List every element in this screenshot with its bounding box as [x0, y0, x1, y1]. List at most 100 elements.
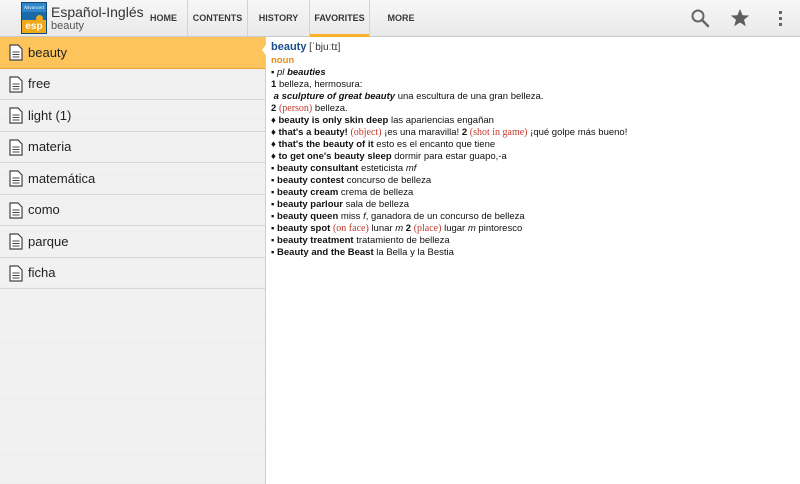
idiom-row: ♦ that's the beauty of it esto es el enc… — [271, 139, 796, 151]
idiom-phrase: that's the beauty of it — [278, 139, 374, 150]
compound-phrase: beauty spot — [277, 223, 331, 234]
list-item-label: parque — [28, 233, 69, 249]
compound-phrase: beauty treatment — [277, 235, 354, 246]
compound-phrase: beauty contest — [277, 175, 345, 186]
pronunciation: [ˈbjuːtɪ] — [309, 42, 341, 53]
gender-marker: m — [467, 223, 476, 234]
sense-number: 1 — [271, 79, 277, 90]
list-item-parque[interactable]: parque — [0, 226, 265, 258]
list-item-label: como — [28, 202, 60, 218]
part-of-speech: noun — [271, 55, 295, 66]
document-icon — [9, 170, 23, 187]
bullet-marker: ▪ — [271, 211, 275, 222]
entry-header: beauty [ˈbjuːtɪ] — [271, 40, 796, 55]
plural-line: ▪ pl beauties — [271, 67, 796, 79]
plural-form: beauties — [287, 67, 326, 78]
idiom-label: (shot in game) — [469, 127, 528, 138]
headword: beauty — [271, 41, 307, 53]
compound-row: ▪ beauty spot (on face) lunar m 2 (place… — [271, 223, 796, 235]
app-logo-icon[interactable]: Advanced esp — [21, 2, 47, 34]
gender-marker: m — [395, 223, 404, 234]
idiom-phrase: beauty is only skin deep — [278, 115, 389, 126]
app-subtitle: beauty — [51, 20, 85, 32]
tab-bar: HOME CONTENTS HISTORY FAVORITES MORE — [140, 0, 432, 37]
tab-favorites[interactable]: FAVORITES — [310, 0, 370, 37]
list-item-como[interactable]: como — [0, 195, 265, 226]
action-bar: Advanced esp Español-Inglés beauty HOME … — [0, 0, 800, 37]
document-icon — [9, 138, 23, 156]
document-icon — [9, 107, 23, 124]
overflow-menu-icon[interactable] — [769, 7, 791, 29]
diamond-marker: ♦ — [271, 115, 276, 126]
compound-phrase: beauty cream — [277, 187, 339, 198]
compound-row: ▪ beauty consultant esteticista mf — [271, 163, 796, 175]
compound-sense-number: 2 — [405, 223, 412, 234]
compound-translation: crema de belleza — [340, 187, 414, 198]
idiom-sense-number: 2 — [461, 127, 468, 138]
document-icon — [9, 233, 23, 250]
tab-history[interactable]: HISTORY — [248, 0, 310, 36]
list-item-ficha[interactable]: ficha — [0, 258, 265, 289]
diamond-marker: ♦ — [271, 151, 276, 162]
gender-marker: mf — [405, 163, 417, 174]
list-item-label: materia — [28, 139, 72, 155]
document-icon — [9, 264, 23, 282]
bullet-marker: ▪ — [271, 187, 275, 198]
bullet-marker: ▪ — [271, 67, 275, 78]
star-icon[interactable] — [729, 7, 751, 29]
plural-marker: pl — [277, 67, 285, 78]
document-icon — [9, 201, 23, 219]
app-logo-top-text: Advanced — [22, 3, 46, 12]
compound-translation: tratamiento de belleza — [356, 235, 450, 246]
compound-row: ▪ beauty cream crema de belleza — [271, 187, 796, 199]
idiom-translation: esto es el encanto que tiene — [376, 139, 496, 150]
sense-text: belleza. — [314, 103, 348, 114]
tab-contents[interactable]: CONTENTS — [188, 0, 248, 36]
sense-1: 1 belleza, hermosura: — [271, 79, 796, 91]
idiom-translation: ¡qué golpe más bueno! — [530, 127, 628, 138]
sense-number: 2 — [271, 103, 277, 114]
idiom-label: (object) — [350, 127, 382, 138]
idiom-row: ♦ that's a beauty! (object) ¡es una mara… — [271, 127, 796, 139]
compound-label: (place) — [413, 223, 442, 234]
idiom-translation: ¡es una maravilla! — [384, 127, 460, 138]
compound-translation: lunar — [371, 223, 393, 234]
idiom-phrase: to get one's beauty sleep — [278, 151, 392, 162]
example-1: a sculpture of great beauty una escultur… — [271, 91, 796, 103]
tab-more[interactable]: MORE — [370, 0, 432, 36]
compound-phrase: beauty queen — [277, 211, 339, 222]
compound-row: ▪ beauty contest concurso de belleza — [271, 175, 796, 187]
compound-translation: la Bella y la Bestia — [376, 247, 454, 258]
app-title: Español-Inglés — [51, 4, 144, 20]
compound-translation-extra: pintoresco — [478, 223, 523, 234]
list-item-materia[interactable]: materia — [0, 132, 265, 163]
bullet-marker: ▪ — [271, 175, 275, 186]
bullet-marker: ▪ — [271, 223, 275, 234]
tab-home[interactable]: HOME — [140, 0, 188, 36]
list-item-free[interactable]: free — [0, 69, 265, 100]
list-item-beauty[interactable]: beauty — [0, 37, 265, 69]
idiom-row: ♦ beauty is only skin deep las aparienci… — [271, 115, 796, 127]
list-item-label: light (1) — [28, 107, 72, 123]
search-icon[interactable] — [689, 7, 711, 29]
list-item-label: ficha — [28, 265, 56, 281]
compound-row: ▪ beauty queen miss f, ganadora de un co… — [271, 211, 796, 223]
compound-phrase: beauty parlour — [277, 199, 344, 210]
list-item-label: matemática — [28, 170, 96, 186]
idiom-phrase: that's a beauty! — [278, 127, 348, 138]
list-item-matematica[interactable]: matemática — [0, 163, 265, 195]
sense-label: (person) — [278, 103, 313, 114]
idiom-translation: las apariencias engañan — [390, 115, 494, 126]
app-logo-bottom-text: esp — [22, 20, 46, 33]
list-item-light[interactable]: light (1) — [0, 100, 265, 132]
document-icon — [9, 44, 23, 61]
dictionary-entry: beauty [ˈbjuːtɪ] noun ▪ pl beauties 1 be… — [271, 40, 796, 259]
compound-phrase: beauty consultant — [277, 163, 359, 174]
selection-pointer — [262, 42, 268, 58]
compound-translation-extra: , ganadora de un concurso de belleza — [365, 211, 525, 222]
compound-translation: sala de belleza — [345, 199, 410, 210]
idiom-translation: dormir para estar guapo,-a — [394, 151, 507, 162]
example-phrase: a sculpture of great beauty — [273, 91, 396, 102]
list-item-label: free — [28, 76, 51, 92]
bullet-marker: ▪ — [271, 235, 275, 246]
